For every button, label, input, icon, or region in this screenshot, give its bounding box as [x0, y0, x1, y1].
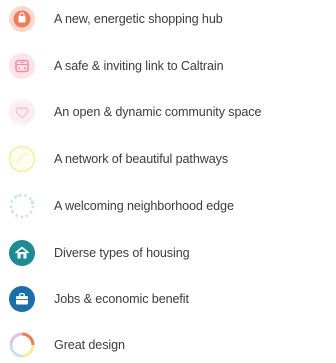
benefit-item-design: Great design — [8, 327, 334, 363]
benefit-item-shopping: A new, energetic shopping hub — [8, 1, 334, 37]
train-icon — [9, 53, 35, 79]
benefit-label: A welcoming neighborhood edge — [54, 199, 234, 213]
benefit-item-jobs: Jobs & economic benefit — [8, 281, 334, 317]
benefit-label: A network of beautiful pathways — [54, 152, 229, 166]
briefcase-icon — [9, 286, 35, 312]
benefit-label: An open & dynamic community space — [54, 105, 262, 119]
benefits-list: A new, energetic shopping hub A safe & i… — [0, 0, 336, 360]
benefit-item-community-space: An open & dynamic community space — [8, 94, 334, 130]
benefit-label: A safe & inviting link to Caltrain — [54, 59, 224, 73]
benefit-item-housing: Diverse types of housing — [8, 235, 334, 271]
shopping-bag-icon — [9, 6, 35, 32]
house-icon — [9, 240, 35, 266]
dotted-ring-icon — [9, 193, 35, 219]
benefit-label: Jobs & economic benefit — [54, 292, 189, 306]
color-ring-icon — [9, 332, 35, 358]
benefit-label: Great design — [54, 338, 125, 352]
benefit-label: A new, energetic shopping hub — [54, 12, 223, 26]
benefit-label: Diverse types of housing — [54, 246, 190, 260]
heart-icon — [9, 99, 35, 125]
benefit-item-neighborhood-edge: A welcoming neighborhood edge — [8, 188, 334, 224]
benefit-item-pathways: A network of beautiful pathways — [8, 141, 334, 177]
benefit-item-caltrain: A safe & inviting link to Caltrain — [8, 48, 334, 84]
pathway-icon — [8, 145, 36, 173]
